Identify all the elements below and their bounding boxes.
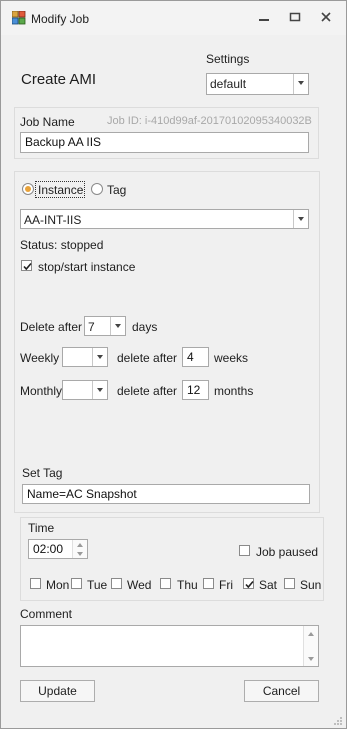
dropdown-button[interactable] bbox=[293, 74, 308, 94]
day-checkbox-wed[interactable] bbox=[111, 578, 122, 589]
spin-up-icon[interactable] bbox=[77, 543, 83, 547]
weeks-label: weeks bbox=[214, 351, 249, 365]
update-button[interactable]: Update bbox=[20, 680, 95, 702]
scroll-down-icon[interactable] bbox=[308, 657, 314, 661]
dropdown-button[interactable] bbox=[110, 317, 125, 335]
monthly-delete-input[interactable]: 12 bbox=[182, 380, 209, 400]
minimize-button[interactable] bbox=[254, 9, 274, 27]
day-checkbox-tue[interactable] bbox=[71, 578, 82, 589]
chevron-down-icon bbox=[115, 324, 121, 328]
day-label-fri[interactable]: Fri bbox=[219, 578, 233, 592]
delete-after-value: 7 bbox=[88, 320, 95, 334]
checkmark-icon bbox=[245, 580, 254, 589]
comment-scrollbar[interactable] bbox=[303, 626, 318, 666]
stopstart-label[interactable]: stop/start instance bbox=[38, 260, 135, 274]
time-input[interactable]: 02:00 bbox=[28, 539, 88, 559]
checkmark-icon bbox=[23, 262, 32, 271]
status-label: Status: stopped bbox=[20, 238, 104, 252]
day-checkbox-thu[interactable] bbox=[160, 578, 171, 589]
instance-radio[interactable] bbox=[22, 183, 34, 195]
weekly-delete-input[interactable]: 4 bbox=[182, 347, 209, 367]
page-title: Create AMI bbox=[21, 71, 97, 88]
app-icon bbox=[11, 10, 26, 25]
delete-after-label: Delete after bbox=[20, 320, 83, 334]
settings-combo[interactable]: default bbox=[206, 73, 309, 95]
day-label-sun[interactable]: Sun bbox=[300, 578, 321, 592]
chevron-down-icon bbox=[97, 355, 103, 359]
cancel-button[interactable]: Cancel bbox=[244, 680, 319, 702]
time-spinner[interactable] bbox=[72, 540, 87, 558]
day-label-tue[interactable]: Tue bbox=[87, 578, 107, 592]
comment-label: Comment bbox=[20, 607, 73, 621]
job-name-input[interactable]: Backup AA IIS bbox=[20, 132, 309, 153]
job-id-label: Job ID: i-410d99af-20170102095340032B bbox=[107, 115, 312, 127]
time-value: 02:00 bbox=[33, 542, 64, 556]
monthly-label: Monthly bbox=[20, 384, 63, 398]
set-tag-input[interactable]: Name=AC Snapshot bbox=[22, 484, 310, 504]
time-label: Time bbox=[28, 521, 55, 535]
spin-down-icon[interactable] bbox=[77, 552, 83, 556]
set-tag-label: Set Tag bbox=[22, 466, 63, 480]
delete-after-combo[interactable]: 7 bbox=[84, 316, 126, 336]
weekly-label: Weekly bbox=[20, 351, 60, 365]
day-checkbox-sun[interactable] bbox=[284, 578, 295, 589]
minimize-icon bbox=[259, 19, 269, 21]
day-label-thu[interactable]: Thu bbox=[177, 578, 198, 592]
dropdown-button[interactable] bbox=[293, 210, 308, 228]
comment-textarea[interactable] bbox=[20, 625, 319, 667]
weekly-combo[interactable] bbox=[62, 347, 108, 367]
instance-combo[interactable]: AA-INT-IIS bbox=[20, 209, 309, 229]
job-paused-label[interactable]: Job paused bbox=[256, 545, 318, 559]
job-name-label: Job Name bbox=[20, 115, 75, 129]
instance-combo-value: AA-INT-IIS bbox=[24, 213, 82, 227]
day-checkbox-fri[interactable] bbox=[203, 578, 214, 589]
close-button[interactable] bbox=[316, 9, 336, 27]
monthly-combo[interactable] bbox=[62, 380, 108, 400]
chevron-down-icon bbox=[97, 388, 103, 392]
dropdown-button[interactable] bbox=[92, 348, 107, 366]
tag-radio-label[interactable]: Tag bbox=[107, 183, 126, 197]
day-label-mon[interactable]: Mon bbox=[46, 578, 69, 592]
day-label-sat[interactable]: Sat bbox=[259, 578, 277, 592]
job-paused-checkbox[interactable] bbox=[239, 545, 250, 556]
close-icon bbox=[321, 12, 331, 22]
weekly-delete-after-label: delete after bbox=[117, 351, 178, 365]
scroll-up-icon[interactable] bbox=[308, 632, 314, 636]
settings-label: Settings bbox=[206, 52, 250, 66]
dropdown-button[interactable] bbox=[92, 381, 107, 399]
stopstart-checkbox[interactable] bbox=[21, 260, 32, 271]
maximize-button[interactable] bbox=[285, 9, 305, 27]
chevron-down-icon bbox=[298, 217, 304, 221]
settings-combo-value: default bbox=[210, 77, 247, 91]
days-label: days bbox=[132, 320, 158, 334]
modify-job-window: Modify Job Create AMI Settings default J… bbox=[0, 0, 347, 729]
tag-radio[interactable] bbox=[91, 183, 103, 195]
day-label-wed[interactable]: Wed bbox=[127, 578, 151, 592]
window-title: Modify Job bbox=[31, 12, 90, 26]
day-checkbox-mon[interactable] bbox=[30, 578, 41, 589]
months-label: months bbox=[214, 384, 254, 398]
monthly-delete-after-label: delete after bbox=[117, 384, 178, 398]
maximize-icon bbox=[289, 12, 301, 22]
instance-radio-label[interactable]: Instance bbox=[38, 183, 83, 197]
chevron-down-icon bbox=[298, 81, 304, 85]
day-checkbox-sat[interactable] bbox=[243, 578, 254, 589]
title-bar[interactable]: Modify Job bbox=[1, 1, 346, 35]
resize-grip-icon[interactable] bbox=[333, 715, 343, 725]
